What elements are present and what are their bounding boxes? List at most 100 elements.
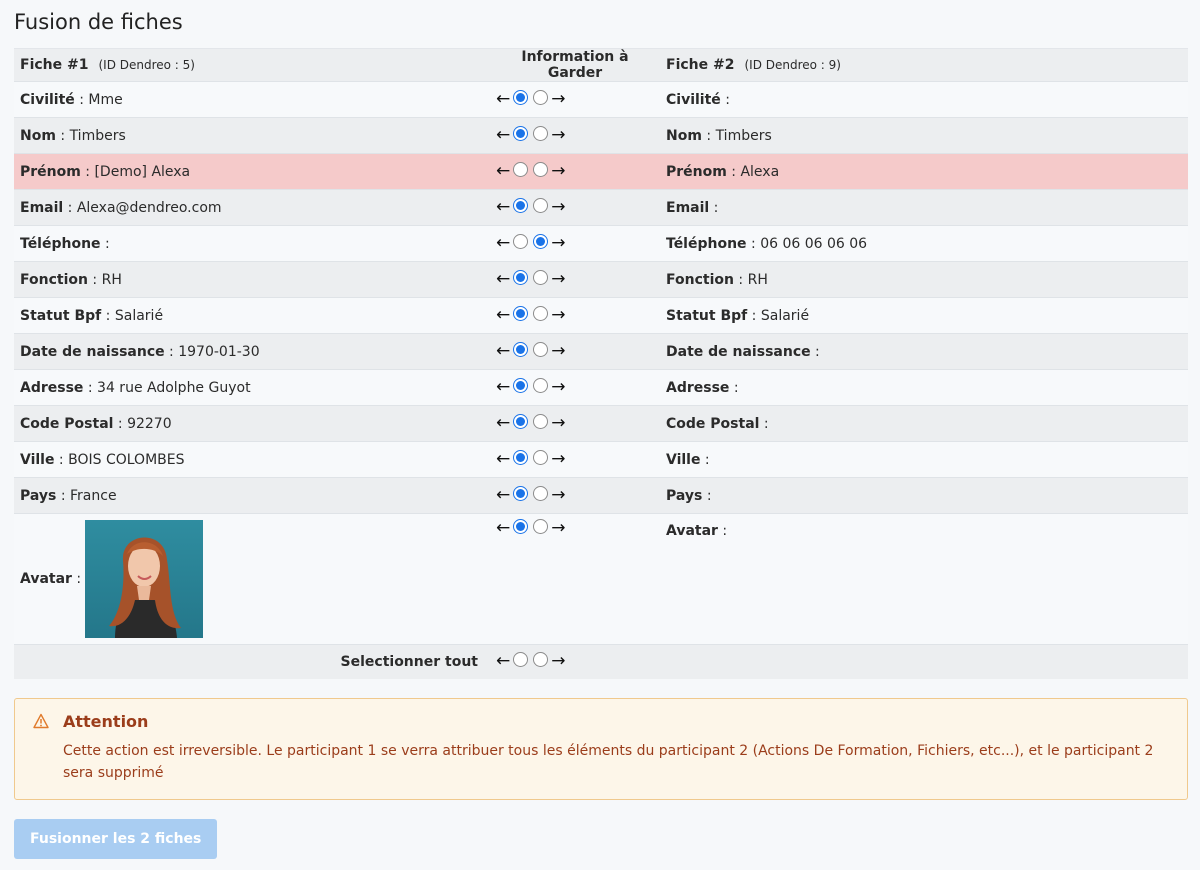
pays-keep-right-radio[interactable] (533, 486, 549, 501)
row-avatar: Avatar : ← → Avatar : (14, 513, 1188, 645)
fiche-1-avatar-field-separator: : (71, 571, 82, 587)
fiche-1-email-label: Email (20, 199, 64, 216)
civilite-keep-left-radio[interactable] (513, 90, 529, 105)
fonction-keep-right-radio[interactable] (533, 270, 549, 285)
fiche-2-cell: Code Postal : (660, 405, 1188, 442)
avatar-keep-right-radio[interactable] (533, 519, 549, 534)
fiche-1-adresse-label: Adresse (20, 379, 84, 396)
arrow-left-icon: ← (496, 485, 511, 505)
arrow-right-icon: → (551, 161, 566, 181)
arrow-left-icon: ← (496, 269, 511, 289)
warning-alert: Attention Cette action est irreversible.… (14, 697, 1188, 800)
statut-bpf-keep-left-radio[interactable] (513, 306, 529, 321)
fiche-2-pays-separator: : (702, 487, 712, 504)
email-keep-right-radio[interactable] (533, 198, 549, 213)
pays-keep-left-radio[interactable] (513, 486, 529, 501)
telephone-keep-right-radio[interactable] (533, 234, 549, 249)
fonction-keep-left-radio[interactable] (513, 270, 529, 285)
fiche-2-date-de-naissance-label: Date de naissance (666, 343, 811, 360)
fiche-1-nom-value: Timbers (69, 127, 126, 144)
adresse-keep-left-radio[interactable] (513, 378, 529, 393)
fiche-2-telephone-separator: : (746, 235, 761, 252)
nom-choice: ← → (496, 126, 566, 144)
telephone-choice: ← → (496, 234, 566, 252)
fiche-1-id: (ID Dendreo : 5) (98, 58, 195, 72)
keep-cell: ← → (490, 81, 660, 118)
avatar-keep-left-radio[interactable] (513, 519, 529, 534)
avatar-portrait-icon (109, 537, 182, 638)
email-keep-left-radio[interactable] (513, 198, 529, 213)
statut-bpf-keep-right-radio[interactable] (533, 306, 549, 321)
fiche-2-cell: Civilité : (660, 81, 1188, 118)
prenom-choice: ← → (496, 161, 566, 181)
select-all-keep-left-radio[interactable] (513, 652, 529, 668)
row-ville: Ville : BOIS COLOMBES ← → Ville : (14, 441, 1188, 478)
nom-keep-right-radio[interactable] (533, 126, 549, 141)
code-postal-keep-right-radio[interactable] (533, 414, 549, 429)
row-fonction: Fonction : RH ← → Fonction : RH (14, 261, 1188, 298)
fiche-1-telephone-label: Téléphone (20, 235, 101, 252)
fiche-1-fonction: Fonction : RH (20, 272, 122, 288)
keep-cell: ← → (490, 513, 660, 645)
prenom-keep-left-radio[interactable] (513, 162, 529, 177)
fiche-1-avatar-field-label: Avatar (20, 571, 72, 587)
keep-cell: ← → (490, 297, 660, 334)
arrow-right-icon: → (551, 518, 566, 538)
fiche-2-prenom: Prénom : Alexa (666, 164, 779, 180)
code-postal-choice: ← → (496, 414, 566, 432)
fiche-2-adresse-label: Adresse (666, 379, 730, 396)
civilite-choice: ← → (496, 90, 566, 108)
select-all-label: Selectionner tout (14, 644, 490, 679)
code-postal-keep-left-radio[interactable] (513, 414, 529, 429)
row-adresse: Adresse : 34 rue Adolphe Guyot ← → Adresse … (14, 369, 1188, 406)
fiche-2-code-postal-separator: : (759, 415, 769, 432)
fiche-1-header: Fiche #1 (ID Dendreo : 5) (14, 48, 490, 82)
fiche-1-fonction-separator: : (87, 271, 102, 288)
fiche-1-adresse-separator: : (83, 379, 98, 396)
fiche-1-ville-separator: : (54, 451, 69, 468)
row-prenom: Prénom : [Demo] Alexa ← → Prénom : Alexa (14, 153, 1188, 190)
fiche-2-cell: Nom : Timbers (660, 117, 1188, 154)
nom-keep-left-radio[interactable] (513, 126, 529, 141)
keep-info-header: Information à Garder (490, 48, 660, 82)
fiche-1-cell: Civilité : Mme (14, 81, 490, 118)
keep-cell: ← → (490, 477, 660, 514)
alert-message: Cette action est irreversible. Le partic… (63, 742, 1154, 781)
adresse-choice: ← → (496, 378, 566, 396)
fiche-2-pays: Pays : (666, 488, 712, 504)
fiche-1-cell: Fonction : RH (14, 261, 490, 298)
fiche-1-nom: Nom : Timbers (20, 128, 126, 144)
fiche-1-nom-label: Nom (20, 127, 56, 144)
ville-keep-right-radio[interactable] (533, 450, 549, 465)
adresse-keep-right-radio[interactable] (533, 378, 549, 393)
select-all-choice: ← → (496, 652, 566, 670)
fiche-1-email-value: Alexa@dendreo.com (76, 199, 222, 216)
fiche-1-date-de-naissance: Date de naissance : 1970-01-30 (20, 344, 260, 360)
date-de-naissance-keep-right-radio[interactable] (533, 342, 549, 357)
row-civilite: Civilité : Mme ← → Civilité : (14, 81, 1188, 118)
fiche-2-avatar-separator: : (717, 523, 728, 539)
select-all-keep-right-radio[interactable] (533, 652, 549, 668)
fiche-1-pays: Pays : France (20, 488, 117, 504)
fiche-2-telephone: Téléphone : 06 06 06 06 06 (666, 236, 867, 252)
fiche-1-cell: Prénom : [Demo] Alexa (14, 153, 490, 190)
keep-cell: ← → (490, 405, 660, 442)
merge-button[interactable]: Fusionner les 2 fiches (14, 818, 218, 859)
fiche-1-prenom-separator: : (80, 163, 95, 180)
prenom-keep-right-radio[interactable] (533, 162, 549, 177)
telephone-keep-left-radio[interactable] (513, 234, 529, 249)
fiche-1-fonction-label: Fonction (20, 271, 88, 288)
fiche-2-fonction: Fonction : RH (666, 272, 768, 288)
arrow-right-icon: → (551, 341, 566, 361)
fiche-2-nom-label: Nom (666, 127, 702, 144)
fiche-2-email: Email : (666, 200, 718, 216)
civilite-keep-right-radio[interactable] (533, 90, 549, 105)
row-select-all: Selectionner tout ← → (14, 644, 1188, 679)
row-code-postal: Code Postal : 92270 ← → Code Postal : (14, 405, 1188, 442)
fiche-1-civilite-label: Civilité (20, 91, 75, 108)
ville-keep-left-radio[interactable] (513, 450, 529, 465)
date-de-naissance-keep-left-radio[interactable] (513, 342, 529, 357)
fiche-2-civilite-separator: : (720, 91, 730, 108)
avatar-choice: ← → (496, 518, 566, 538)
fiche-2-statut-bpf-separator: : (747, 307, 761, 324)
